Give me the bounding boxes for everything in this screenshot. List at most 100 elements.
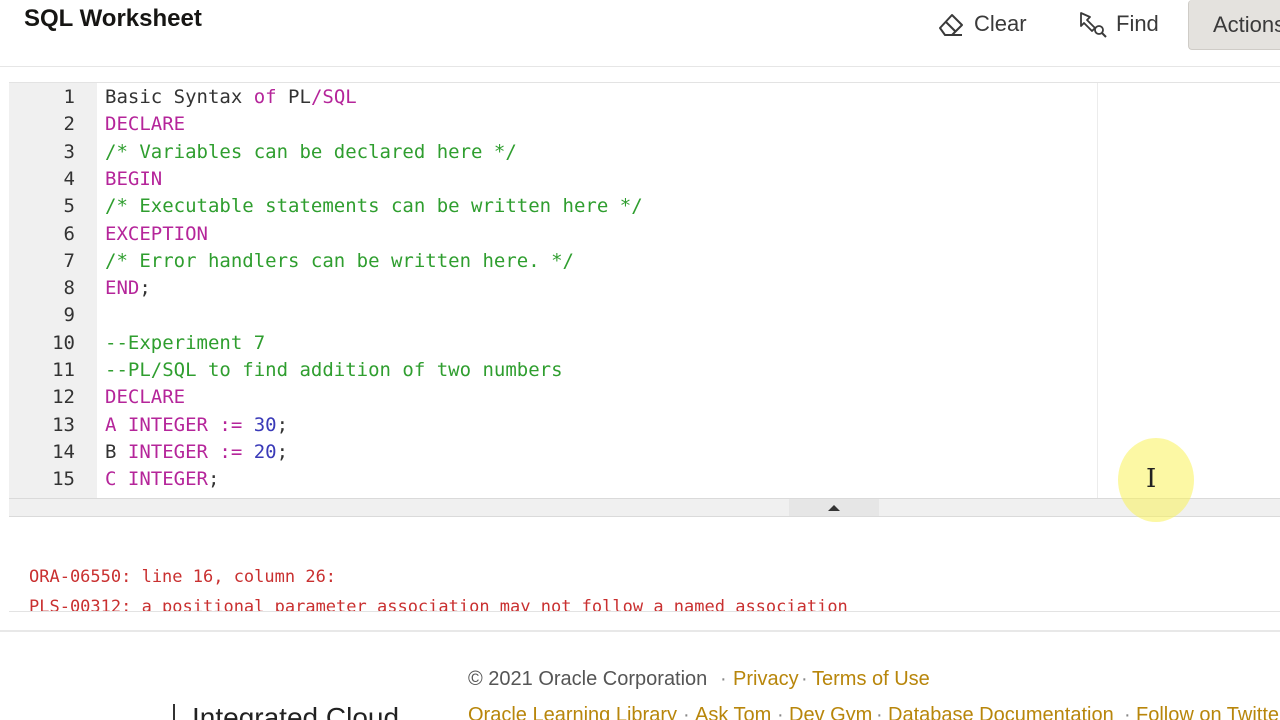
line-number: 9 [63,304,75,327]
line-number: 2 [63,113,75,136]
code-line[interactable]: 5 /* Executable statements can be written… [9,193,1280,220]
code-token: := [207,413,254,436]
code-text: B INTEGER := 20; [105,439,288,466]
find-button-label: Find [1116,11,1159,36]
code-line[interactable]: 1 Basic Syntax of PL/SQL [9,84,1280,111]
code-token: /* Variables can be declared here */ [105,140,517,163]
code-text: BEGIN [105,166,162,193]
separator-dot: · [720,668,727,690]
separator-dot: · [777,704,784,720]
code-token: /* Executable statements can be written … [105,195,643,218]
code-text: EXCEPTION [105,221,208,248]
code-text: DECLARE [105,111,185,138]
error-message: ORA-06550: line 16, column 26: [29,567,337,587]
code-token: / [310,86,323,108]
code-text: C INTEGER; [105,466,219,493]
worksheet-header: SQL Worksheet Clear Find Actions [0,0,1280,67]
privacy-link[interactable]: Privacy [733,668,799,691]
code-token: B [105,440,128,463]
follow-on-twitter-link[interactable]: Follow on Twitter [1136,704,1280,720]
code-line[interactable]: 10 --Experiment 7 [9,330,1280,357]
line-number: 15 [52,468,75,491]
separator-dot: · [801,668,808,690]
dev-gym-link[interactable]: Dev Gym [789,704,872,720]
code-token: ; [276,440,289,463]
find-button[interactable]: Find [1078,0,1159,48]
code-line[interactable]: 15 C INTEGER; [9,466,1280,493]
code-text: --PL/SQL to find addition of two numbers [105,357,563,384]
line-number: 14 [52,440,75,463]
database-documentation-link[interactable]: Database Documentation [888,704,1114,720]
line-number: 7 [63,249,75,272]
code-token: ; [139,277,151,300]
oracle-learning-library-link[interactable]: Oracle Learning Library [468,704,677,720]
code-token: EXCEPTION [105,222,208,245]
separator-dot: · [1124,704,1131,720]
code-text: DECLARE [105,384,185,411]
code-token: C [105,468,128,491]
code-token: END [105,277,140,300]
footer-divider [0,630,1280,632]
code-line[interactable]: 13 A INTEGER := 30; [9,412,1280,439]
code-token: INTEGER [127,440,208,463]
line-number: 10 [52,331,75,354]
clear-button-label: Clear [974,11,1027,36]
code-token: BEGIN [105,167,163,190]
code-token: /* Error handlers can be written here. *… [105,249,574,272]
code-token: DECLARE [105,113,186,136]
text-cursor-icon: I [1146,464,1157,494]
clear-button[interactable]: Clear [936,0,1027,48]
code-line[interactable]: 2 DECLARE [9,111,1280,138]
code-line[interactable]: 12 DECLARE [9,384,1280,411]
code-line[interactable]: 6 EXCEPTION [9,221,1280,248]
code-token: 20 [253,440,277,463]
code-text: END; [105,275,151,302]
line-number: 6 [63,222,75,245]
separator-dot: · [683,704,690,720]
code-token: SQL [322,86,357,108]
code-line[interactable]: 9 [9,302,1280,329]
code-token: of [253,86,277,108]
line-number: 11 [52,359,75,381]
error-message: PLS-00312: a positional parameter associ… [29,597,848,612]
code-text: Basic Syntax of PL/SQL [105,84,357,111]
code-line[interactable]: 14 B INTEGER := 20; [9,439,1280,466]
code-token: DECLARE [105,386,186,409]
line-number: 3 [63,140,75,163]
code-token: 30 [253,413,277,436]
code-token: --Experiment 7 [105,331,266,354]
code-token: A [105,413,128,436]
line-number: 5 [63,195,75,218]
code-text: /* Executable statements can be written … [105,193,643,220]
line-number: 12 [52,386,75,409]
code-line[interactable]: 4 BEGIN [9,166,1280,193]
output-panel: ORA-06550: line 16, column 26: PLS-00312… [9,517,1280,612]
code-token: := [207,440,254,463]
line-number: 1 [63,86,75,108]
cloud-divider [173,704,175,720]
line-number: 13 [52,413,75,436]
code-text: /* Variables can be declared here */ [105,139,517,166]
code-line[interactable]: 8 END; [9,275,1280,302]
code-token: --PL/SQL to find addition of two numbers [105,359,563,381]
code-text: A INTEGER := 30; [105,412,288,439]
code-token: INTEGER [127,413,208,436]
caret-up-icon [827,499,841,517]
code-line[interactable]: 7 /* Error handlers can be written here. … [9,248,1280,275]
collapse-output-button[interactable] [789,499,879,516]
code-token: ; [207,468,220,491]
actions-button[interactable]: Actions [1188,0,1280,50]
code-editor[interactable]: 1 Basic Syntax of PL/SQL 2 DECLARE 3 /* Varia… [9,82,1280,499]
ask-tom-link[interactable]: Ask Tom [695,704,771,720]
terms-of-use-link[interactable]: Terms of Use [812,668,930,691]
integrated-cloud-text: Integrated Cloud [192,702,400,720]
code-token: ; [276,413,289,436]
line-number: 4 [63,167,75,190]
panel-splitter[interactable] [9,498,1280,517]
find-icon [1078,9,1108,39]
eraser-icon [936,9,966,39]
code-line[interactable]: 3 /* Variables can be declared here */ [9,139,1280,166]
code-text: --Experiment 7 [105,330,265,357]
code-token: PL [276,86,311,108]
code-line[interactable]: 11 --PL/SQL to find addition of two numbe… [9,357,1280,384]
